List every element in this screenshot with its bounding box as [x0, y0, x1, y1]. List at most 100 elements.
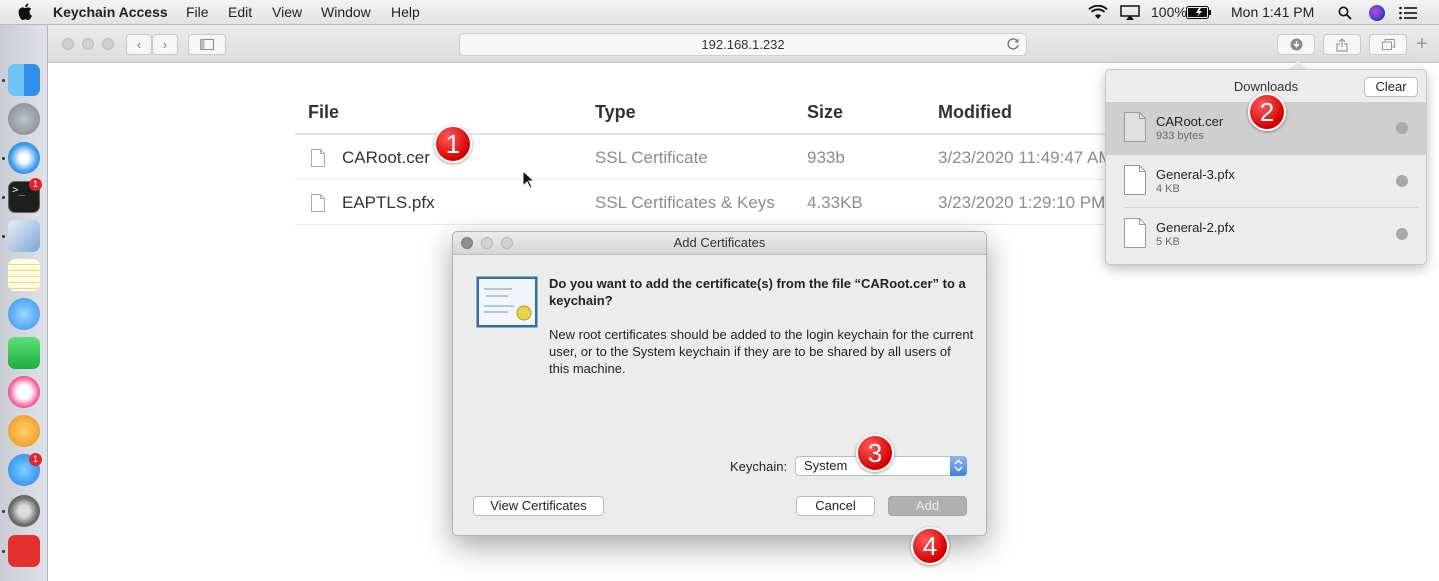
menubar-clock[interactable]: Mon 1:41 PM — [1231, 4, 1314, 20]
file-name-link[interactable]: EAPTLS.pfx — [342, 193, 435, 213]
running-indicator — [2, 510, 5, 513]
back-button[interactable]: ‹ — [126, 34, 152, 55]
itunes-icon[interactable] — [8, 376, 40, 408]
close-window-button[interactable] — [62, 38, 74, 50]
file-icon — [311, 149, 325, 167]
dialog-message: New root certificates should be added to… — [549, 327, 974, 376]
system-preferences-icon[interactable] — [8, 495, 40, 527]
dialog-question: Do you want to add the certificate(s) fr… — [549, 276, 966, 308]
safari-icon[interactable] — [8, 142, 40, 174]
download-item[interactable]: General-2.pfx 5 KB — [1106, 208, 1426, 261]
menu-edit[interactable]: Edit — [228, 4, 252, 20]
running-indicator — [2, 235, 5, 238]
download-name: General-2.pfx — [1156, 220, 1235, 235]
finder-icon[interactable] — [8, 64, 40, 96]
battery-icon[interactable] — [1186, 6, 1212, 19]
table-row[interactable]: CARoot.cer SSL Certificate 933b 3/23/202… — [295, 135, 1125, 180]
view-certificates-button[interactable]: View Certificates — [473, 496, 604, 516]
dialog-zoom-button — [501, 237, 513, 249]
siri-icon[interactable] — [1369, 5, 1385, 21]
zoom-window-button[interactable] — [102, 38, 114, 50]
chevron-right-icon: › — [162, 37, 168, 52]
share-icon — [1336, 38, 1348, 52]
reveal-in-finder-icon[interactable] — [1396, 122, 1408, 134]
downloads-button[interactable] — [1277, 34, 1315, 55]
add-certificates-dialog: Add Certificates Do you want to add the … — [452, 231, 987, 536]
facetime-icon[interactable] — [8, 337, 40, 369]
running-indicator — [2, 550, 5, 553]
file-icon — [311, 194, 325, 212]
table-row[interactable]: EAPTLS.pfx SSL Certificates & Keys 4.33K… — [295, 180, 1125, 225]
dock: >_ 1 1 — [0, 25, 48, 581]
download-icon — [1290, 38, 1302, 51]
messages-icon[interactable] — [8, 298, 40, 330]
new-tab-button[interactable]: + — [1416, 33, 1428, 56]
menu-help[interactable]: Help — [391, 4, 420, 20]
dialog-title: Add Certificates — [673, 235, 766, 250]
add-button[interactable]: Add — [888, 496, 967, 516]
file-modified: 3/23/2020 11:49:47 AM — [938, 148, 1113, 167]
menu-view[interactable]: View — [272, 4, 302, 20]
column-header-modified[interactable]: Modified — [938, 102, 1012, 123]
download-size: 5 KB — [1156, 236, 1180, 248]
terminal-badge: 1 — [29, 178, 42, 191]
menu-file[interactable]: File — [186, 4, 209, 20]
ibooks-icon[interactable] — [8, 415, 40, 447]
step-marker-1: 1 — [434, 125, 472, 163]
file-type: SSL Certificate — [595, 148, 708, 167]
app-name-menu[interactable]: Keychain Access — [53, 4, 168, 20]
plus-icon: + — [1416, 33, 1428, 55]
menu-window[interactable]: Window — [321, 4, 371, 20]
keychain-selected-value: System — [804, 458, 848, 473]
column-header-size[interactable]: Size — [807, 102, 843, 123]
browser-toolbar: ‹ › 192.168.1.232 + — [48, 25, 1439, 63]
file-type: SSL Certificates & Keys — [595, 193, 775, 212]
sidebar-toggle-button[interactable] — [188, 34, 226, 55]
tabs-icon — [1381, 39, 1395, 50]
step-marker-3: 3 — [856, 434, 894, 472]
address-bar[interactable]: 192.168.1.232 — [459, 33, 1027, 56]
launchpad-icon[interactable] — [8, 103, 40, 135]
file-modified: 3/23/2020 1:29:10 PM — [938, 193, 1106, 212]
step-marker-2: 2 — [1248, 93, 1286, 131]
certificate-icon — [476, 276, 538, 328]
preview-icon[interactable] — [8, 220, 40, 252]
column-header-type[interactable]: Type — [595, 102, 636, 123]
clear-downloads-button[interactable]: Clear — [1364, 77, 1418, 97]
sidebar-icon — [200, 39, 214, 50]
airplay-icon[interactable] — [1120, 5, 1140, 20]
file-size: 933b — [807, 148, 845, 167]
reload-icon[interactable] — [1006, 37, 1020, 51]
apple-icon[interactable] — [18, 3, 32, 20]
select-arrows-icon[interactable] — [950, 456, 967, 476]
document-icon — [1124, 165, 1146, 195]
running-indicator — [2, 196, 5, 199]
dialog-minimize-button — [481, 237, 493, 249]
forward-button[interactable]: › — [152, 34, 178, 55]
share-button[interactable] — [1323, 34, 1361, 55]
spotlight-icon[interactable] — [1338, 6, 1352, 20]
minimize-window-button[interactable] — [82, 38, 94, 50]
reveal-in-finder-icon[interactable] — [1396, 175, 1408, 187]
column-header-file[interactable]: File — [308, 102, 339, 123]
file-name-link[interactable]: CARoot.cer — [342, 148, 430, 168]
notification-center-icon[interactable] — [1399, 6, 1417, 20]
cancel-button[interactable]: Cancel — [796, 496, 875, 516]
download-name: General-3.pfx — [1156, 167, 1235, 182]
show-tabs-button[interactable] — [1369, 34, 1407, 55]
dialog-title-bar: Add Certificates — [453, 232, 986, 255]
anydesk-icon[interactable] — [8, 535, 40, 567]
file-size: 4.33KB — [807, 193, 863, 212]
dialog-close-button[interactable] — [461, 237, 473, 249]
download-item[interactable]: General-3.pfx 4 KB — [1106, 155, 1426, 208]
download-name: CARoot.cer — [1156, 114, 1224, 129]
keychain-label: Keychain: — [730, 459, 788, 474]
reveal-in-finder-icon[interactable] — [1396, 228, 1408, 240]
download-size: 933 bytes — [1156, 130, 1204, 142]
wifi-icon[interactable] — [1088, 5, 1108, 20]
app-store-badge: 1 — [29, 453, 42, 466]
running-indicator — [2, 79, 5, 82]
download-size: 4 KB — [1156, 183, 1180, 195]
menu-bar: Keychain Access File Edit View Window He… — [0, 0, 1439, 25]
notes-icon[interactable] — [8, 259, 40, 291]
